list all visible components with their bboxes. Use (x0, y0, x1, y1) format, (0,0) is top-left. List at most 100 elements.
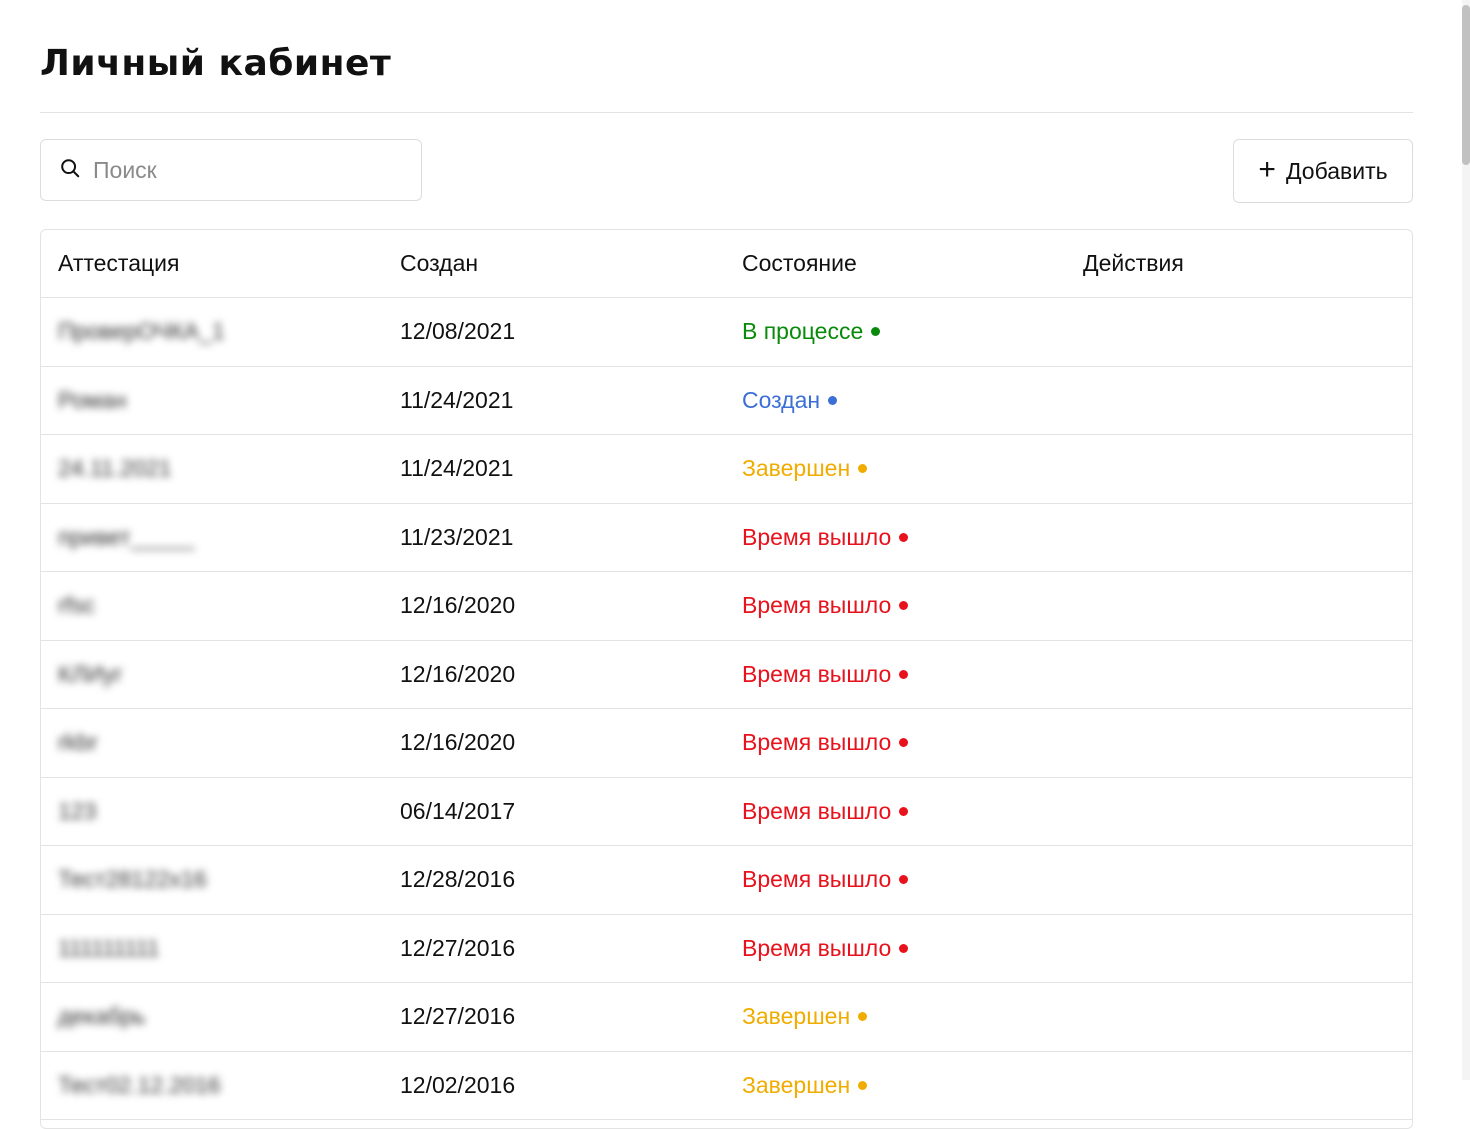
table-row[interactable]: 123 06/14/2017 Время вышло (41, 778, 1412, 846)
table-row[interactable]: ПроверОЧКА_1 12/08/2021 В процессе (41, 298, 1412, 367)
created-date: 12/08/2021 (400, 318, 516, 345)
status-cell: Завершен (725, 1072, 1066, 1099)
status-badge: Завершен (742, 1071, 868, 1099)
status-cell: Завершен (725, 455, 1066, 482)
column-header-attestation[interactable]: Аттестация (41, 250, 383, 277)
attestation-name[interactable]: Роман (41, 387, 383, 414)
status-text: Время вышло (742, 660, 892, 687)
table-row[interactable]: КЛИуг 12/16/2020 Время вышло (41, 641, 1412, 709)
status-text: Завершен (742, 455, 851, 482)
created-date: 11/24/2021 (400, 386, 514, 413)
table-row[interactable]: 111111111 12/27/2016 Время вышло (41, 915, 1412, 983)
status-cell: Время вышло (725, 524, 1066, 551)
attestation-name[interactable]: Тест02.12.2016 (41, 1072, 383, 1099)
status-cell: Время вышло (725, 798, 1066, 825)
status-dot-icon (899, 601, 909, 611)
header-divider (40, 112, 1413, 113)
created-date: 12/02/2016 (400, 1071, 516, 1098)
status-cell: Время вышло (725, 866, 1066, 893)
status-badge: Время вышло (742, 660, 909, 688)
status-dot-icon (899, 669, 909, 679)
status-badge: Время вышло (742, 934, 909, 962)
created-date: 12/16/2020 (400, 592, 516, 619)
add-button[interactable]: + Добавить (1233, 139, 1413, 203)
scrollbar-thumb[interactable] (1462, 5, 1470, 165)
attestation-name[interactable]: 123 (41, 798, 383, 825)
status-text: Завершен (742, 1071, 851, 1098)
status-dot-icon (858, 464, 868, 474)
main-page: Личный кабинет + Добавить (40, 0, 1413, 203)
status-dot-icon (899, 943, 909, 953)
status-badge: В процессе (742, 318, 881, 345)
status-badge: Создан (742, 386, 838, 414)
status-dot-icon (871, 327, 881, 337)
status-dot-icon (899, 532, 909, 542)
status-cell: В процессе (725, 318, 1066, 345)
status-text: Время вышло (742, 934, 892, 961)
status-cell: Завершен (725, 1003, 1066, 1030)
status-text: Время вышло (742, 797, 892, 824)
search-input[interactable] (91, 155, 395, 185)
table-row[interactable]: Тест02.12.2016 12/02/2016 Завершен (41, 1052, 1412, 1120)
table-row[interactable]: rfsc 12/16/2020 Время вышло (41, 572, 1412, 641)
status-badge: Время вышло (742, 866, 909, 893)
attestation-table: Аттестация Создан Состояние Действия Про… (40, 229, 1413, 1129)
status-badge: Время вышло (742, 797, 909, 825)
column-header-created[interactable]: Создан (383, 250, 725, 277)
table-row[interactable]: Тест28122х16 12/28/2016 Время вышло (41, 846, 1412, 915)
column-header-actions: Действия (1083, 250, 1184, 276)
status-cell: Время вышло (725, 661, 1066, 688)
status-cell: Время вышло (725, 592, 1066, 619)
table-header: Аттестация Создан Состояние Действия (41, 230, 1412, 298)
plus-icon: + (1258, 152, 1276, 186)
status-badge: Время вышло (742, 729, 909, 756)
status-text: Создан (742, 386, 821, 413)
created-date: 11/24/2021 (400, 455, 514, 482)
status-badge: Время вышло (742, 523, 909, 551)
search-box[interactable] (40, 139, 422, 201)
attestation-name[interactable]: rkbr (41, 729, 383, 756)
attestation-name[interactable]: ПроверОЧКА_1 (41, 318, 383, 345)
table-row[interactable]: rkbr 12/16/2020 Время вышло (41, 709, 1412, 778)
status-text: Время вышло (742, 729, 892, 756)
status-dot-icon (858, 1012, 868, 1022)
attestation-name[interactable]: Тест28122х16 (41, 866, 383, 893)
status-text: Время вышло (742, 592, 892, 619)
created-date: 12/28/2016 (400, 866, 516, 893)
table-row[interactable]: привет_____ 11/23/2021 Время вышло (41, 504, 1412, 572)
status-dot-icon (899, 738, 909, 748)
status-text: Время вышло (742, 523, 892, 550)
status-text: Время вышло (742, 866, 892, 893)
created-date: 12/16/2020 (400, 729, 516, 756)
created-date: 12/16/2020 (400, 660, 516, 687)
status-cell: Время вышло (725, 935, 1066, 962)
created-date: 11/23/2021 (400, 523, 514, 550)
status-badge: Завершен (742, 455, 868, 482)
created-date: 12/27/2016 (400, 934, 516, 961)
status-dot-icon (828, 395, 838, 405)
column-header-status[interactable]: Состояние (725, 250, 1066, 277)
page-scrollbar[interactable] (1462, 0, 1470, 1080)
attestation-name[interactable]: 111111111 (41, 935, 383, 962)
attestation-name[interactable]: КЛИуг (41, 661, 383, 688)
table-row[interactable]: Роман 11/24/2021 Создан (41, 367, 1412, 435)
attestation-name[interactable]: 24.11.2021 (41, 455, 383, 482)
table-body: ПроверОЧКА_1 12/08/2021 В процессе Роман 11/… (41, 298, 1412, 1120)
status-badge: Завершен (742, 1003, 868, 1030)
status-badge: Время вышло (742, 592, 909, 619)
add-button-label: Добавить (1285, 157, 1388, 184)
table-row[interactable]: 24.11.2021 11/24/2021 Завершен (41, 435, 1412, 504)
toolbar: + Добавить (40, 139, 1413, 203)
status-cell: Создан (725, 387, 1066, 414)
page-title: Личный кабинет (40, 43, 392, 84)
status-text: Завершен (742, 1003, 851, 1030)
table-row[interactable]: декабрь 12/27/2016 Завершен (41, 983, 1412, 1052)
status-dot-icon (899, 806, 909, 816)
search-icon (59, 157, 81, 184)
status-text: В процессе (742, 318, 864, 345)
status-dot-icon (858, 1080, 868, 1090)
attestation-name[interactable]: привет_____ (41, 524, 383, 551)
created-date: 06/14/2017 (400, 797, 516, 824)
attestation-name[interactable]: декабрь (41, 1003, 383, 1030)
attestation-name[interactable]: rfsc (41, 592, 383, 619)
